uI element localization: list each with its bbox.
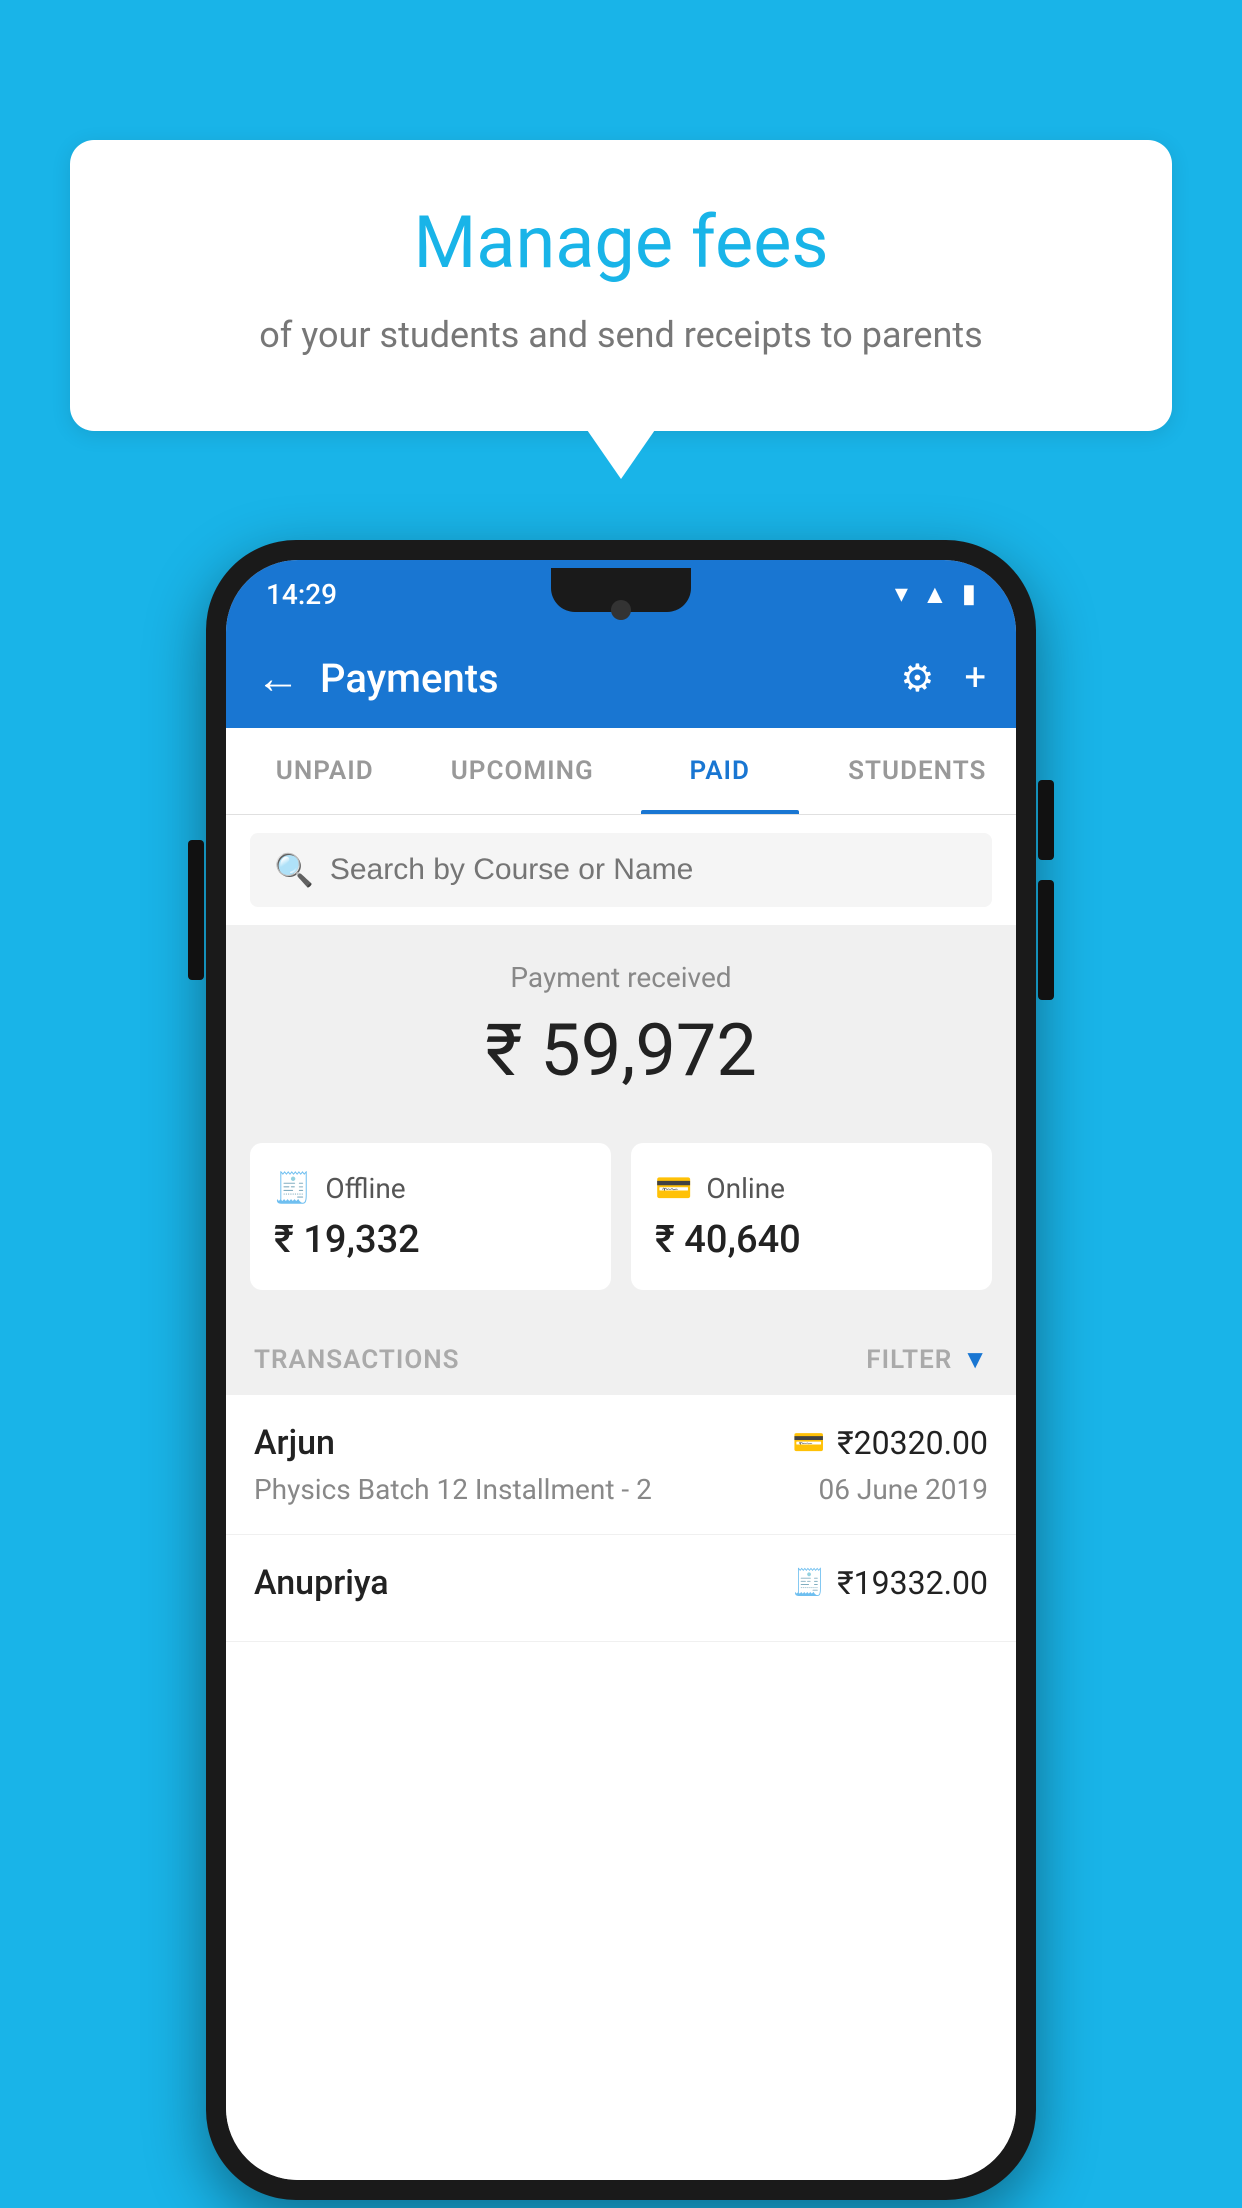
transaction-icon-1: 💳 (793, 1428, 825, 1458)
transaction-amount-1: ₹20320.00 (837, 1424, 988, 1462)
transaction-list: Arjun 💳 ₹20320.00 Physics Batch 12 Insta… (226, 1395, 1016, 2180)
header-icons: ⚙ + (900, 656, 986, 701)
transaction-top-1: Arjun 💳 ₹20320.00 (254, 1423, 988, 1463)
transaction-top-2: Anupriya 🧾 ₹19332.00 (254, 1563, 988, 1603)
tab-students[interactable]: STUDENTS (819, 728, 1017, 814)
search-icon: 🔍 (274, 851, 314, 889)
offline-amount: ₹ 19,332 (274, 1218, 587, 1262)
phone-notch (551, 568, 691, 612)
add-icon[interactable]: + (964, 656, 986, 700)
transaction-amount-2: ₹19332.00 (837, 1564, 988, 1602)
front-camera (611, 600, 631, 620)
status-time: 14:29 (266, 578, 337, 611)
phone-frame: 14:29 ▾ ▲ ▮ ← Payments ⚙ + UNPAID UPCOMI… (206, 540, 1036, 2200)
transactions-header: TRANSACTIONS FILTER ▼ (226, 1320, 1016, 1395)
page-title: Payments (320, 655, 900, 702)
online-payment-card: 💳 Online ₹ 40,640 (631, 1143, 992, 1290)
speech-bubble-container: Manage fees of your students and send re… (70, 140, 1172, 431)
offline-card-header: 🧾 Offline (274, 1171, 587, 1206)
transaction-amount-row-2: 🧾 ₹19332.00 (793, 1564, 988, 1602)
filter-label: FILTER (866, 1345, 952, 1375)
search-container: 🔍 (226, 815, 1016, 925)
transaction-name-2: Anupriya (254, 1563, 389, 1603)
transaction-name-1: Arjun (254, 1423, 335, 1463)
search-bar[interactable]: 🔍 (250, 833, 992, 907)
filter-button[interactable]: FILTER ▼ (866, 1344, 988, 1375)
table-row[interactable]: Arjun 💳 ₹20320.00 Physics Batch 12 Insta… (226, 1395, 1016, 1535)
offline-icon: 🧾 (274, 1171, 311, 1206)
tab-unpaid[interactable]: UNPAID (226, 728, 424, 814)
tab-paid[interactable]: PAID (621, 728, 819, 814)
wifi-icon: ▾ (895, 579, 908, 609)
filter-icon: ▼ (962, 1344, 988, 1375)
online-card-header: 💳 Online (655, 1171, 968, 1206)
offline-label: Offline (325, 1172, 405, 1205)
payment-summary: Payment received ₹ 59,972 (226, 925, 1016, 1123)
volume-up-button (1038, 780, 1054, 860)
transaction-icon-2: 🧾 (793, 1568, 825, 1598)
transaction-date-1: 06 June 2019 (818, 1473, 988, 1506)
volume-down-button (1038, 880, 1054, 1000)
tab-upcoming[interactable]: UPCOMING (424, 728, 622, 814)
payment-cards: 🧾 Offline ₹ 19,332 💳 Online ₹ 40,640 (226, 1123, 1016, 1320)
back-button[interactable]: ← (256, 652, 300, 704)
status-icons: ▾ ▲ ▮ (895, 579, 976, 610)
payment-received-label: Payment received (226, 961, 1016, 994)
settings-icon[interactable]: ⚙ (900, 656, 934, 701)
table-row[interactable]: Anupriya 🧾 ₹19332.00 (226, 1535, 1016, 1642)
online-icon: 💳 (655, 1171, 692, 1206)
power-button (188, 840, 204, 980)
transaction-bottom-1: Physics Batch 12 Installment - 2 06 June… (254, 1473, 988, 1506)
app-header: ← Payments ⚙ + (226, 628, 1016, 728)
speech-bubble: Manage fees of your students and send re… (70, 140, 1172, 431)
bubble-subtitle: of your students and send receipts to pa… (130, 310, 1112, 360)
search-input[interactable] (330, 853, 968, 887)
online-label: Online (706, 1172, 785, 1205)
battery-icon: ▮ (962, 579, 976, 609)
payment-amount: ₹ 59,972 (226, 1008, 1016, 1093)
transaction-course-1: Physics Batch 12 Installment - 2 (254, 1473, 652, 1506)
offline-payment-card: 🧾 Offline ₹ 19,332 (250, 1143, 611, 1290)
transactions-label: TRANSACTIONS (254, 1345, 460, 1375)
phone-screen: 14:29 ▾ ▲ ▮ ← Payments ⚙ + UNPAID UPCOMI… (226, 560, 1016, 2180)
bubble-title: Manage fees (130, 200, 1112, 286)
transaction-amount-row-1: 💳 ₹20320.00 (793, 1424, 988, 1462)
online-amount: ₹ 40,640 (655, 1218, 968, 1262)
signal-icon: ▲ (922, 579, 948, 610)
tabs-bar: UNPAID UPCOMING PAID STUDENTS (226, 728, 1016, 815)
